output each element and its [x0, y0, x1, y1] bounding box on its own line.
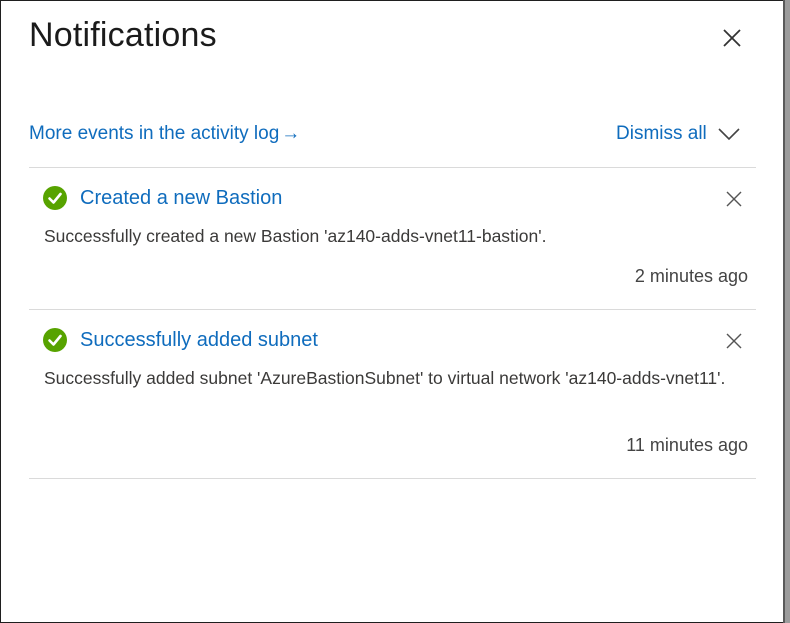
- dismiss-notification-button[interactable]: [725, 332, 743, 350]
- notification-time: 11 minutes ago: [626, 435, 748, 455]
- activity-log-link[interactable]: More events in the activity log →: [29, 123, 300, 145]
- notifications-panel: Notifications More events in the activit…: [0, 0, 790, 623]
- notification-title[interactable]: Successfully added subnet: [80, 329, 318, 352]
- close-icon: [726, 333, 742, 349]
- panel-title: Notifications: [29, 16, 217, 54]
- expand-toggle-button[interactable]: [717, 126, 741, 142]
- dismiss-all-button[interactable]: Dismiss all: [616, 123, 707, 145]
- arrow-right-icon: →: [281, 123, 301, 144]
- dismiss-notification-button[interactable]: [725, 190, 743, 208]
- notification-item: Created a new Bastion Successfully creat…: [29, 168, 756, 309]
- scrollbar[interactable]: [783, 0, 790, 623]
- divider: [29, 478, 756, 479]
- notification-item: Successfully added subnet Successfully a…: [29, 310, 756, 478]
- close-icon: [723, 29, 741, 47]
- notification-title[interactable]: Created a new Bastion: [80, 187, 282, 210]
- notification-message: Successfully created a new Bastion 'az14…: [44, 226, 547, 246]
- activity-log-link-label: More events in the activity log: [29, 123, 280, 144]
- success-check-icon: [43, 186, 67, 210]
- chevron-down-icon: [718, 128, 740, 141]
- close-icon: [726, 191, 742, 207]
- notification-time: 2 minutes ago: [634, 266, 748, 286]
- close-panel-button[interactable]: [719, 25, 745, 51]
- notifications-toolbar: More events in the activity log → Dismiss…: [29, 121, 755, 151]
- success-check-icon: [43, 328, 67, 352]
- notification-message: Successfully added subnet 'AzureBastionS…: [44, 368, 726, 388]
